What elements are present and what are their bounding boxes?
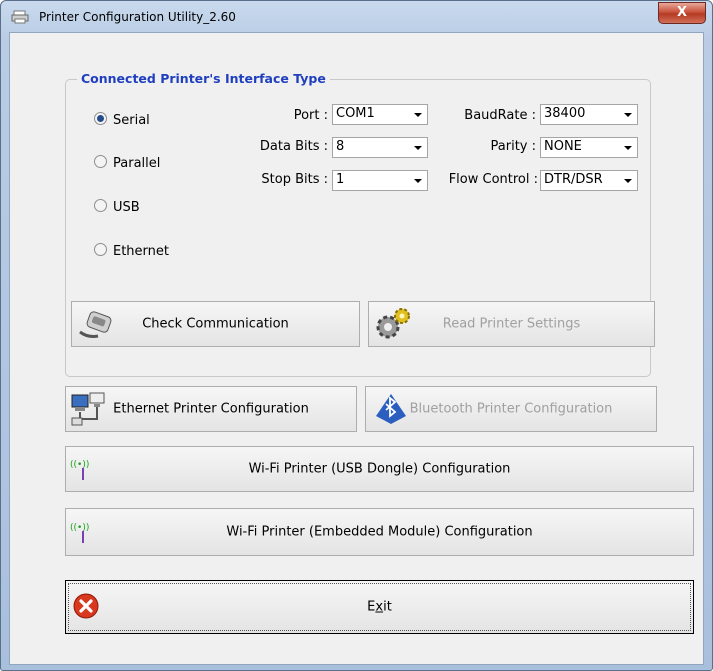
radio-label: Ethernet	[113, 244, 169, 259]
window-title: Printer Configuration Utility_2.60	[39, 10, 236, 24]
wifi-embedded-config-button[interactable]: ((•)) Wi-Fi Printer (Embedded Module) Co…	[65, 508, 694, 556]
port-select[interactable]: COM1	[332, 104, 428, 125]
read-printer-settings-label: Read Printer Settings	[442, 316, 581, 332]
ethernet-config-button[interactable]: Ethernet Printer Configuration	[65, 386, 357, 432]
baud-rate-value: 38400	[544, 106, 586, 121]
radio-label: Serial	[113, 113, 150, 128]
group-title: Connected Printer's Interface Type	[77, 71, 330, 86]
baud-rate-select[interactable]: 38400	[540, 104, 638, 125]
flow-control-label: Flow Control :	[448, 172, 538, 187]
port-label: Port :	[293, 108, 328, 123]
baud-rate-label: BaudRate :	[464, 108, 536, 123]
radio-usb[interactable]: USB	[94, 199, 140, 215]
wifi-usb-dongle-config-button[interactable]: ((•)) Wi-Fi Printer (USB Dongle) Configu…	[65, 446, 694, 492]
radio-selected-indicator	[94, 112, 107, 125]
read-printer-settings-button[interactable]: Read Printer Settings	[368, 301, 655, 347]
radio-indicator	[94, 155, 107, 168]
close-button[interactable]: X	[658, 2, 706, 24]
flow-control-select[interactable]: DTR/DSR	[540, 170, 638, 191]
port-value: COM1	[336, 106, 375, 121]
radio-label: Parallel	[113, 156, 161, 171]
exit-label-suffix: it	[383, 599, 392, 615]
radio-indicator	[94, 243, 107, 256]
check-communication-button[interactable]: Check Communication	[71, 301, 360, 347]
stop-bits-select[interactable]: 1	[332, 170, 428, 191]
flow-control-value: DTR/DSR	[544, 172, 603, 187]
check-communication-label: Check Communication	[142, 316, 289, 332]
chevron-down-icon	[624, 179, 632, 183]
chevron-down-icon	[414, 113, 422, 117]
parity-value: NONE	[544, 139, 582, 154]
radio-parallel[interactable]: Parallel	[94, 155, 160, 171]
parity-select[interactable]: NONE	[540, 137, 638, 158]
wifi-embedded-config-label: Wi-Fi Printer (Embedded Module) Configur…	[226, 524, 533, 540]
chevron-down-icon	[624, 146, 632, 150]
radio-label: USB	[113, 200, 140, 215]
app-window: Printer Configuration Utility_2.60 X Con…	[0, 0, 713, 671]
bluetooth-config-label: Bluetooth Printer Configuration	[409, 401, 613, 417]
chevron-down-icon	[414, 179, 422, 183]
wifi-usb-dongle-config-label: Wi-Fi Printer (USB Dongle) Configuration	[248, 461, 511, 477]
parity-label: Parity :	[490, 139, 536, 154]
exit-label-mnemonic: x	[375, 599, 384, 615]
interface-type-group: Connected Printer's Interface Type Seria…	[65, 71, 655, 377]
title-bar[interactable]: Printer Configuration Utility_2.60 X	[1, 1, 712, 31]
stop-bits-label: Stop Bits :	[261, 172, 328, 187]
chevron-down-icon	[414, 146, 422, 150]
data-bits-label: Data Bits :	[259, 139, 328, 154]
radio-indicator	[94, 199, 107, 212]
client-area: Connected Printer's Interface Type Seria…	[9, 32, 704, 665]
chevron-down-icon	[624, 113, 632, 117]
stop-bits-value: 1	[336, 172, 345, 187]
exit-button[interactable]: Exit	[65, 580, 694, 634]
exit-label: Exit	[66, 600, 693, 615]
radio-serial[interactable]: Serial	[94, 112, 150, 128]
data-bits-value: 8	[336, 139, 345, 154]
printer-icon	[11, 10, 29, 24]
data-bits-select[interactable]: 8	[332, 137, 428, 158]
bluetooth-config-button[interactable]: Bluetooth Printer Configuration	[365, 386, 657, 432]
ethernet-config-label: Ethernet Printer Configuration	[113, 401, 309, 417]
radio-ethernet[interactable]: Ethernet	[94, 243, 169, 259]
